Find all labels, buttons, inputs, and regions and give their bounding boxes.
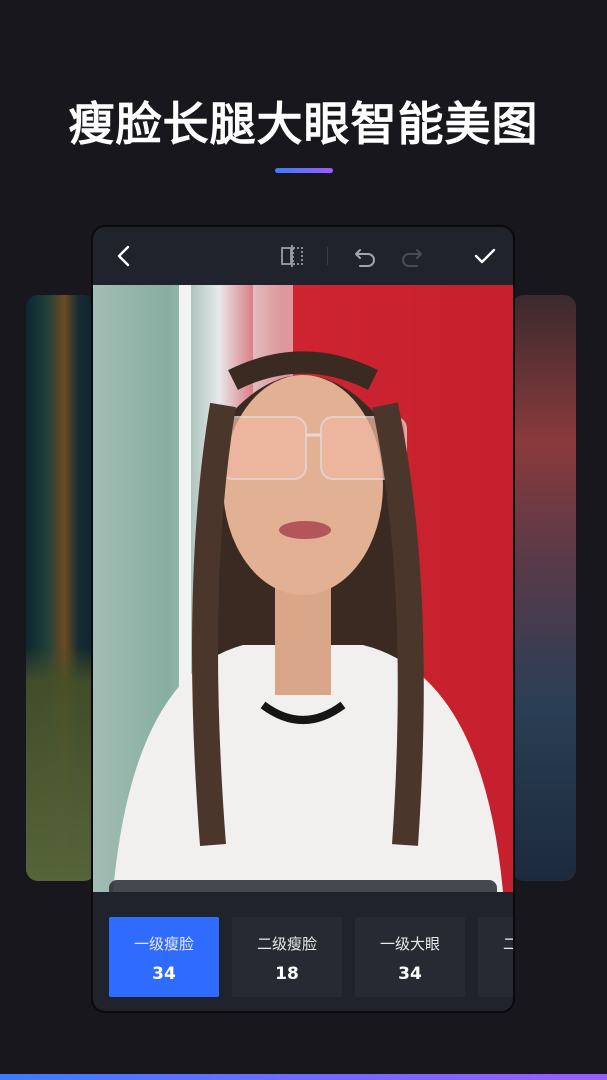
preset-label: 二级瘦脸 [256,935,317,953]
preset-label: 一级大眼 [379,935,440,953]
toolbar-divider [327,247,328,265]
preset-value: 18 [275,964,299,984]
undo-icon[interactable] [351,242,379,270]
preset-label: 二级大眼 [478,933,513,954]
preset-card-2[interactable]: 一级大眼 34 [355,917,465,997]
portrait-photo[interactable] [93,285,513,892]
back-icon[interactable] [111,242,139,270]
preset-list: 一级瘦脸 34 二级瘦脸 18 一级大眼 34 二级大眼 00 [109,917,513,997]
preset-card-1[interactable]: 二级瘦脸 18 [232,917,342,997]
compare-icon[interactable] [278,242,306,270]
preset-label: 一级瘦脸 [133,935,194,953]
bottom-gradient-bar [0,1074,607,1080]
editor-toolbar [93,227,513,285]
preset-card-0[interactable]: 一级瘦脸 34 [109,917,219,997]
preset-value: 34 [152,964,176,984]
preview-card-left[interactable] [26,295,96,881]
preset-value: 00 [478,964,513,984]
check-icon[interactable] [471,242,499,270]
preset-value: 34 [398,964,422,984]
preview-card-right[interactable] [512,295,576,881]
editor-frame: 一级瘦脸 34 二级瘦脸 18 一级大眼 34 二级大眼 00 [91,225,515,1013]
promo-headline: 瘦脸长腿大眼智能美图 [68,97,539,151]
headline-underline [275,168,333,173]
intensity-slider-panel [109,880,497,892]
portrait-illustration [93,285,503,892]
redo-icon[interactable] [398,242,426,270]
preset-card-3[interactable]: 二级大眼 00 [478,917,513,997]
